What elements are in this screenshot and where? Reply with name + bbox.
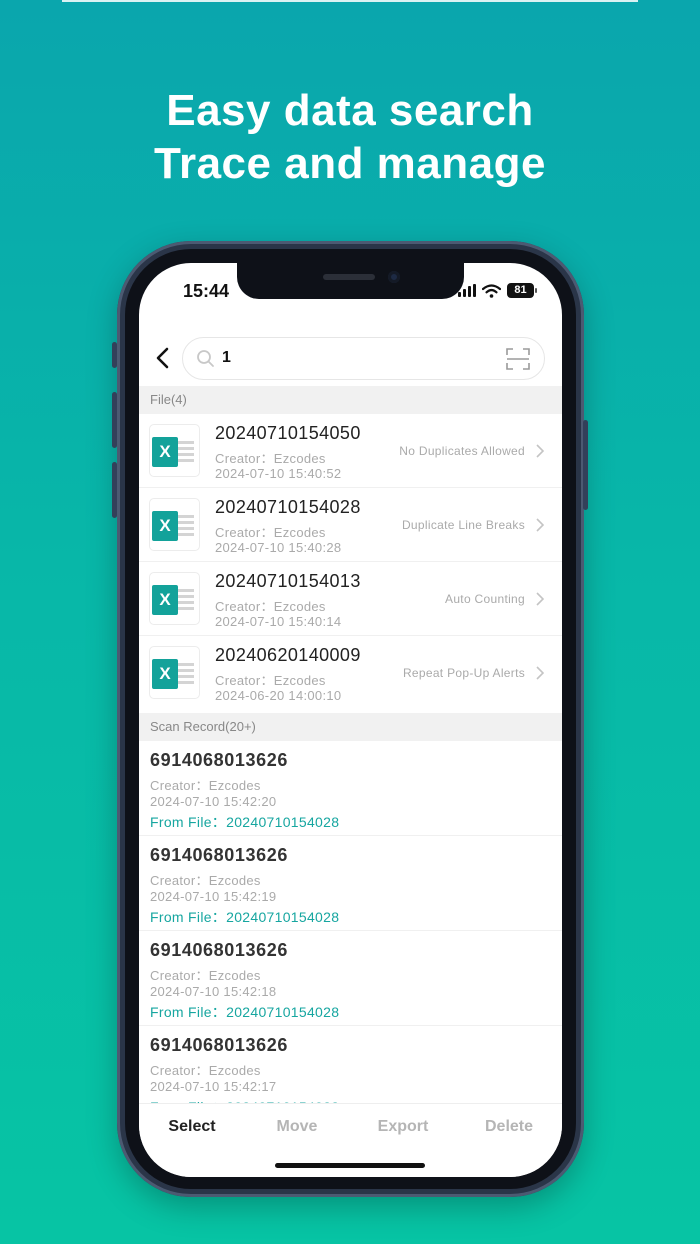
file-mode-tag: Auto Counting <box>445 592 525 606</box>
phone-power-button <box>583 420 588 510</box>
phone-volume-down-button <box>112 462 117 518</box>
record-barcode: 6914068013626 <box>150 1035 288 1055</box>
scan-record-item[interactable]: 6914068013626 Creator：Ezcodes 2024-07-10… <box>139 931 562 1026</box>
scan-record-item[interactable]: 6914068013626 Creator：Ezcodes 2024-07-10… <box>139 836 562 931</box>
file-name: 20240710154028 <box>215 497 361 517</box>
chevron-right-icon <box>536 444 544 458</box>
file-list-item[interactable]: X 20240710154028 Creator：Ezcodes 2024-07… <box>139 488 562 562</box>
file-creator: Creator：Ezcodes <box>215 451 326 466</box>
file-name: 20240710154050 <box>215 423 361 443</box>
delete-button[interactable]: Delete <box>456 1118 562 1136</box>
record-creator: Creator：Ezcodes <box>150 778 261 793</box>
excel-file-icon: X <box>149 646 200 699</box>
record-source-file-link[interactable]: From File：20240710154028 <box>150 1002 339 1022</box>
search-input[interactable]: 1 <box>182 337 545 380</box>
chevron-right-icon <box>536 518 544 532</box>
file-creator: Creator：Ezcodes <box>215 599 326 614</box>
top-divider <box>62 0 638 2</box>
back-button[interactable] <box>151 345 173 371</box>
record-date: 2024-07-10 15:42:20 <box>150 794 277 809</box>
wifi-icon <box>482 283 501 298</box>
battery-icon: 81 <box>507 283 537 298</box>
scan-record-item[interactable]: 6914068013626 Creator：Ezcodes 2024-07-10… <box>139 741 562 836</box>
files-section-header: File(4) <box>139 386 562 414</box>
signal-icon <box>458 284 476 297</box>
record-barcode: 6914068013626 <box>150 940 288 960</box>
bottom-action-bar: Select Move Export Delete <box>139 1103 562 1177</box>
file-list-item[interactable]: X 20240710154050 Creator：Ezcodes 2024-07… <box>139 414 562 488</box>
export-button[interactable]: Export <box>350 1118 456 1136</box>
search-icon <box>197 350 214 367</box>
file-mode-tag: Repeat Pop-Up Alerts <box>402 666 525 680</box>
excel-file-icon: X <box>149 498 200 551</box>
file-creator: Creator：Ezcodes <box>215 673 326 688</box>
record-source-file-link[interactable]: From File：20240710154028 <box>150 907 339 927</box>
file-date: 2024-07-10 15:40:14 <box>215 614 342 629</box>
record-date: 2024-07-10 15:42:17 <box>150 1079 277 1094</box>
file-list-item[interactable]: X 20240620140009 Creator：Ezcodes 2024-06… <box>139 636 562 710</box>
home-indicator[interactable] <box>275 1163 425 1168</box>
record-date: 2024-07-10 15:42:19 <box>150 889 277 904</box>
hero-heading: Easy data search Trace and manage <box>0 84 700 190</box>
back-chevron-icon <box>156 347 169 369</box>
file-creator: Creator：Ezcodes <box>215 525 326 540</box>
record-creator: Creator：Ezcodes <box>150 873 261 888</box>
record-creator: Creator：Ezcodes <box>150 968 261 983</box>
phone-volume-up-button <box>112 392 117 448</box>
file-name: 20240620140009 <box>215 645 361 665</box>
excel-file-icon: X <box>149 572 200 625</box>
records-section-header: Scan Record(20+) <box>139 713 562 741</box>
status-icons: 81 <box>458 283 537 298</box>
file-name: 20240710154013 <box>215 571 361 591</box>
file-list-item[interactable]: X 20240710154013 Creator：Ezcodes 2024-07… <box>139 562 562 636</box>
phone-mute-switch <box>112 342 117 368</box>
phone-screen: 15:44 81 1 File(4) X 20240710154050 Crea… <box>139 263 562 1177</box>
record-barcode: 6914068013626 <box>150 845 288 865</box>
search-query: 1 <box>222 349 231 366</box>
move-button[interactable]: Move <box>244 1118 350 1136</box>
notch <box>237 263 464 299</box>
scan-button[interactable] <box>506 348 530 370</box>
record-source-file-link[interactable]: From File：20240710154028 <box>150 812 339 832</box>
file-mode-tag: No Duplicates Allowed <box>399 444 525 458</box>
chevron-right-icon <box>536 592 544 606</box>
file-date: 2024-06-20 14:00:10 <box>215 688 342 703</box>
hero-line-1: Easy data search <box>166 86 534 135</box>
excel-file-icon: X <box>149 424 200 477</box>
file-mode-tag: Duplicate Line Breaks <box>401 518 525 532</box>
hero-line-2: Trace and manage <box>154 139 546 188</box>
chevron-right-icon <box>536 666 544 680</box>
select-button[interactable]: Select <box>139 1118 245 1136</box>
front-camera <box>388 271 400 283</box>
status-time: 15:44 <box>183 281 230 301</box>
file-date: 2024-07-10 15:40:52 <box>215 466 342 481</box>
file-date: 2024-07-10 15:40:28 <box>215 540 342 555</box>
earpiece-speaker <box>323 274 375 280</box>
record-barcode: 6914068013626 <box>150 750 288 770</box>
record-creator: Creator：Ezcodes <box>150 1063 261 1078</box>
record-date: 2024-07-10 15:42:18 <box>150 984 277 999</box>
